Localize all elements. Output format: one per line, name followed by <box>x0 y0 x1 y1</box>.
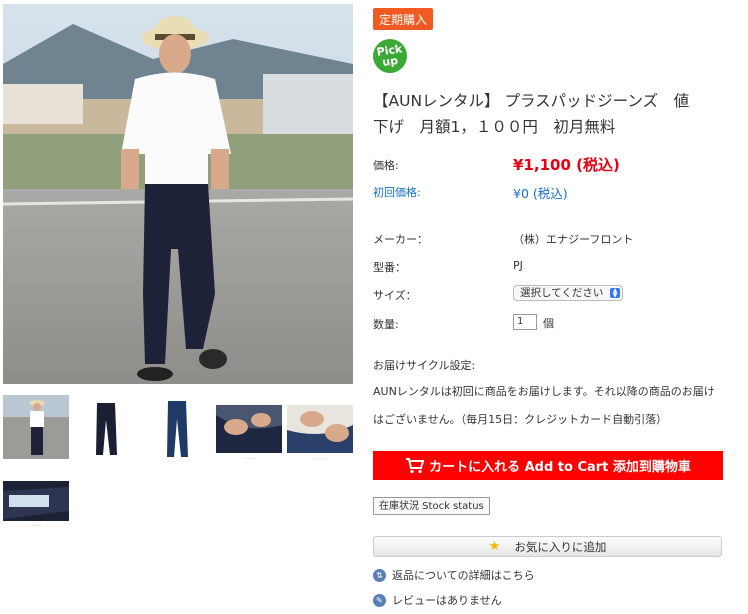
model-value: PJ <box>513 259 523 272</box>
maker-value: （株）エナジーフロント <box>513 233 634 246</box>
size-row: サイズ： <box>373 287 417 303</box>
return-icon: ⇅ <box>373 568 386 582</box>
product-title: 【AUNレンタル】 プラスパッドジーンズ 値下げ 月額1，１００円 初月無料 <box>373 92 690 136</box>
thumbnail-4-caption: ‥‥‥ <box>243 455 254 460</box>
thumbnail-6-caption: ‥‥‥ <box>30 522 41 527</box>
size-select[interactable]: 選択してください ▲ ▼ <box>513 285 623 301</box>
thumbnail-3[interactable] <box>146 395 212 459</box>
thumbnail-1[interactable] <box>3 395 69 459</box>
add-to-favorites-button[interactable]: ★ お気に入りに追加 <box>373 536 722 557</box>
model-row: 型番： PJ <box>373 259 523 275</box>
quantity-input[interactable]: 1 <box>513 314 537 330</box>
star-icon: ★ <box>488 539 501 554</box>
price-label: 価格: <box>373 159 399 172</box>
add-to-cart-button[interactable]: カートに入れる Add to Cart 添加到購物車 <box>373 451 723 480</box>
price-row: 価格: ¥1,100 (税込) <box>373 156 620 174</box>
thumbnail-4[interactable]: ‥‥‥ <box>216 405 282 460</box>
review-label: レビューはありません <box>392 594 502 607</box>
maker-row: メーカー： （株）エナジーフロント <box>373 231 633 247</box>
select-arrows-icon: ▲ ▼ <box>610 288 620 299</box>
subscription-badge: 定期購入 <box>373 8 434 30</box>
pickup-badge: Pick up <box>373 39 407 73</box>
cart-icon <box>406 458 425 474</box>
quantity-label: 数量: <box>373 318 399 331</box>
review-icon: ✎ <box>373 593 386 607</box>
return-policy-label: 返品についての詳細はこちら <box>392 569 535 582</box>
first-price-row: 初回価格: ¥0 (税込) <box>373 184 568 201</box>
thumbnail-6[interactable]: ‥‥‥ <box>3 481 69 527</box>
thumbnail-5-caption: ‥‥‥ <box>314 455 325 460</box>
main-product-image[interactable] <box>3 4 353 384</box>
quantity-unit: 個 <box>543 317 554 330</box>
stock-status-button[interactable]: 在庫状況 Stock status <box>373 497 490 515</box>
first-price-label: 初回価格: <box>373 186 421 199</box>
delivery-cycle-heading: お届けサイクル設定: <box>373 359 476 372</box>
pickup-badge-line2: up <box>381 53 400 70</box>
delivery-description: AUNレンタルは初回に商品をお届けします。それ以降の商品のお届けはございません。… <box>373 385 715 426</box>
size-select-value: 選択してください <box>520 287 604 299</box>
thumbnail-5[interactable]: ‥‥‥ <box>287 405 353 460</box>
maker-label: メーカー： <box>373 233 428 246</box>
thumbnail-2[interactable] <box>75 395 141 459</box>
price-value: ¥1,100 (税込) <box>513 156 620 174</box>
model-label: 型番： <box>373 261 406 274</box>
return-policy-link[interactable]: ⇅ 返品についての詳細はこちら <box>373 567 535 583</box>
add-to-cart-label: カートに入れる Add to Cart 添加到購物車 <box>429 460 691 475</box>
size-label: サイズ： <box>373 289 417 302</box>
first-price-value: ¥0 (税込) <box>513 186 568 201</box>
quantity-row: 数量: <box>373 316 399 332</box>
review-link[interactable]: ✎ レビューはありません <box>373 592 502 608</box>
add-to-favorites-label: お気に入りに追加 <box>514 539 607 554</box>
